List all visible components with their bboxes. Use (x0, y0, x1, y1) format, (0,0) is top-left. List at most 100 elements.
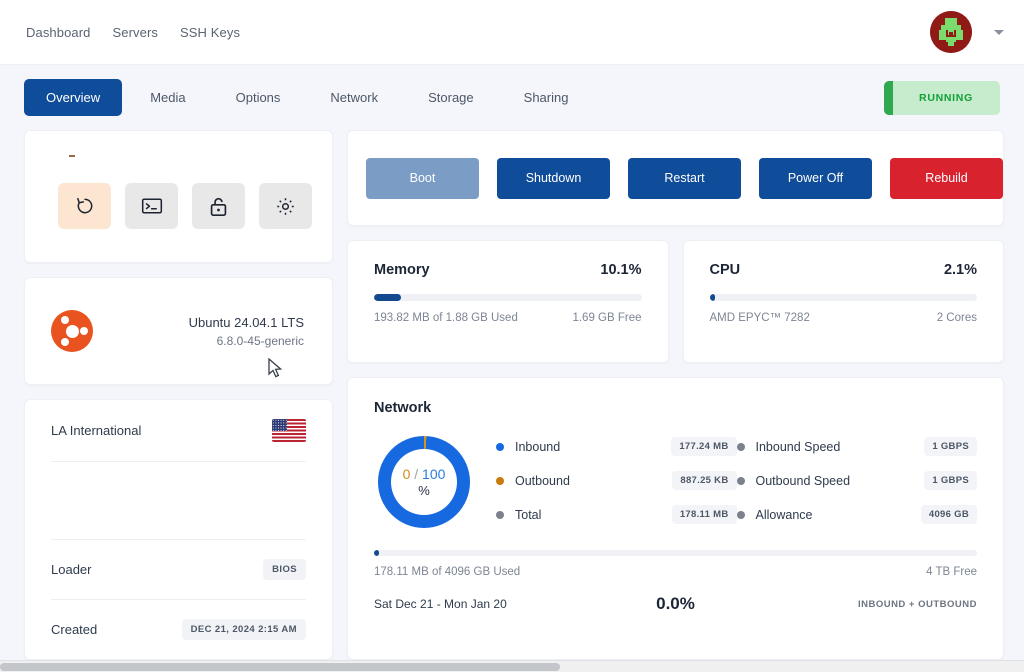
network-usage-track (374, 550, 977, 556)
network-title: Network (374, 400, 432, 416)
scrollbar-thumb[interactable] (0, 663, 560, 671)
memory-percent: 10.1% (600, 262, 642, 278)
legend-item-allowance: Allowance 4096 GB (736, 504, 977, 525)
donut-cap-value: 100 (422, 465, 446, 482)
legend-dot-outbound (496, 476, 504, 485)
legend-value-outbound-speed: 1 GBPS (924, 471, 977, 490)
network-usage-fill (374, 550, 379, 556)
memory-title: Memory (374, 262, 430, 278)
legend-label-outbound-speed: Outbound Speed (755, 473, 851, 488)
os-text: Ubuntu 24.04.1 LTS 6.8.0-45-generic (189, 313, 304, 350)
donut-fraction: 0 / 100 (403, 466, 446, 483)
tabs: Overview Media Options Network Storage S… (24, 79, 590, 116)
restart-button[interactable] (58, 183, 111, 229)
server-details-card: LA International Loader BIOS Created DEC… (24, 399, 333, 660)
location-label: LA International (51, 423, 142, 438)
truncated-label-mark (69, 155, 75, 157)
top-navigation-bar: Dashboard Servers SSH Keys (0, 0, 1024, 65)
cpu-percent: 2.1% (943, 262, 977, 278)
cpu-cores-text: 2 Cores (936, 312, 977, 324)
shutdown-button[interactable]: Shutdown (497, 157, 610, 199)
nav-link-ssh-keys[interactable]: SSH Keys (178, 21, 242, 44)
console-button[interactable] (125, 183, 178, 229)
legend-item-total: Total 178.11 MB (496, 504, 737, 525)
loader-value: BIOS (263, 559, 306, 580)
legend-item-outbound: Outbound 887.25 KB (496, 470, 737, 491)
network-legend-left: Inbound 177.24 MB Outbound 887.25 KB Tot… (496, 436, 737, 525)
top-bar-right (930, 11, 1004, 53)
legend-value-allowance: 4096 GB (920, 505, 977, 524)
legend-value-outbound: 887.25 KB (672, 471, 737, 490)
legend-value-inbound: 177.24 MB (671, 437, 737, 456)
donut-unit: % (418, 482, 430, 498)
detail-row-loader: Loader BIOS (51, 540, 306, 600)
restart-icon (76, 197, 92, 214)
memory-free-text: 1.69 GB Free (572, 312, 642, 324)
network-used-text: 178.11 MB of 4096 GB Used (374, 566, 521, 578)
rebuild-button[interactable]: Rebuild (890, 157, 1003, 199)
tab-sharing[interactable]: Sharing (502, 79, 591, 116)
main-content: Ubuntu 24.04.1 LTS 6.8.0-45-generic LA I… (0, 130, 1024, 660)
legend-dot-inbound (496, 442, 504, 451)
os-name: Ubuntu 24.04.1 LTS (188, 314, 304, 330)
legend-dot-allowance (736, 510, 745, 519)
memory-card: Memory 10.1% 193.82 MB of 1.88 GB Used 1… (347, 240, 669, 363)
horizontal-scrollbar[interactable] (0, 660, 1024, 672)
settings-button[interactable] (259, 183, 312, 229)
gear-icon (277, 197, 294, 215)
nav-links: Dashboard Servers SSH Keys (24, 21, 242, 44)
network-footer: Sat Dec 21 - Mon Jan 20 0.0% INBOUND + O… (374, 594, 977, 614)
detail-row-location: LA International (51, 400, 306, 462)
network-card: Network 0 / 100 % Inbound 177.24 MB Outb… (347, 377, 1004, 660)
quick-actions-row (25, 131, 332, 229)
tab-overview[interactable]: Overview (24, 79, 123, 116)
cpu-footer: AMD EPYC™ 7282 2 Cores (710, 312, 978, 324)
ubuntu-icon (51, 310, 93, 352)
os-card: Ubuntu 24.04.1 LTS 6.8.0-45-generic (24, 277, 333, 385)
legend-item-inbound: Inbound 177.24 MB (496, 436, 737, 457)
created-value: DEC 21, 2024 2:15 AM (181, 619, 306, 640)
memory-progress-track (374, 294, 642, 301)
stats-row: Memory 10.1% 193.82 MB of 1.88 GB Used 1… (347, 240, 1004, 363)
cpu-progress-track (709, 294, 977, 301)
network-donut-chart: 0 / 100 % (378, 436, 470, 528)
tab-network[interactable]: Network (308, 79, 400, 116)
status-badge-bar (884, 80, 893, 115)
donut-center: 0 / 100 % (391, 449, 457, 515)
legend-item-outbound-speed: Outbound Speed 1 GBPS (736, 470, 977, 491)
legend-label-inbound-speed: Inbound Speed (755, 439, 841, 454)
chevron-down-icon[interactable] (994, 29, 1004, 35)
tab-bar: Overview Media Options Network Storage S… (0, 65, 1024, 130)
legend-label-total: Total (515, 507, 542, 522)
us-flag-icon (272, 419, 306, 442)
legend-dot-inbound-speed (736, 442, 745, 451)
lock-icon (210, 197, 227, 216)
tab-storage[interactable]: Storage (406, 79, 496, 116)
app-root: Dashboard Servers SSH Keys Overview Medi… (0, 0, 1024, 672)
network-percent-text: 0.0% (656, 594, 695, 613)
restart-button[interactable]: Restart (628, 157, 741, 199)
memory-header: Memory 10.1% (374, 262, 642, 278)
nav-link-dashboard[interactable]: Dashboard (24, 21, 93, 44)
network-usage-labels: 178.11 MB of 4096 GB Used 4 TB Free (374, 566, 977, 578)
nav-link-servers[interactable]: Servers (111, 21, 161, 44)
legend-label-outbound: Outbound (515, 473, 570, 488)
legend-dot-outbound-speed (736, 476, 745, 485)
detail-row-created: Created DEC 21, 2024 2:15 AM (51, 600, 306, 659)
password-button[interactable] (192, 183, 245, 229)
cpu-card: CPU 2.1% AMD EPYC™ 7282 2 Cores (682, 240, 1004, 363)
loader-label: Loader (51, 562, 92, 577)
tab-media[interactable]: Media (128, 79, 207, 116)
legend-item-inbound-speed: Inbound Speed 1 GBPS (736, 436, 977, 457)
boot-button[interactable]: Boot (366, 157, 479, 199)
cpu-title: CPU (709, 262, 741, 278)
cpu-progress-fill (709, 294, 716, 301)
donut-used-value: 0 (402, 465, 411, 482)
created-label: Created (51, 622, 98, 637)
network-legend-group: Inbound 177.24 MB Outbound 887.25 KB Tot… (496, 436, 977, 525)
tab-options[interactable]: Options (214, 79, 303, 116)
avatar[interactable] (930, 11, 972, 53)
power-off-button[interactable]: Power Off (759, 157, 872, 199)
terminal-icon (141, 198, 162, 214)
memory-used-text: 193.82 MB of 1.88 GB Used (374, 312, 518, 324)
